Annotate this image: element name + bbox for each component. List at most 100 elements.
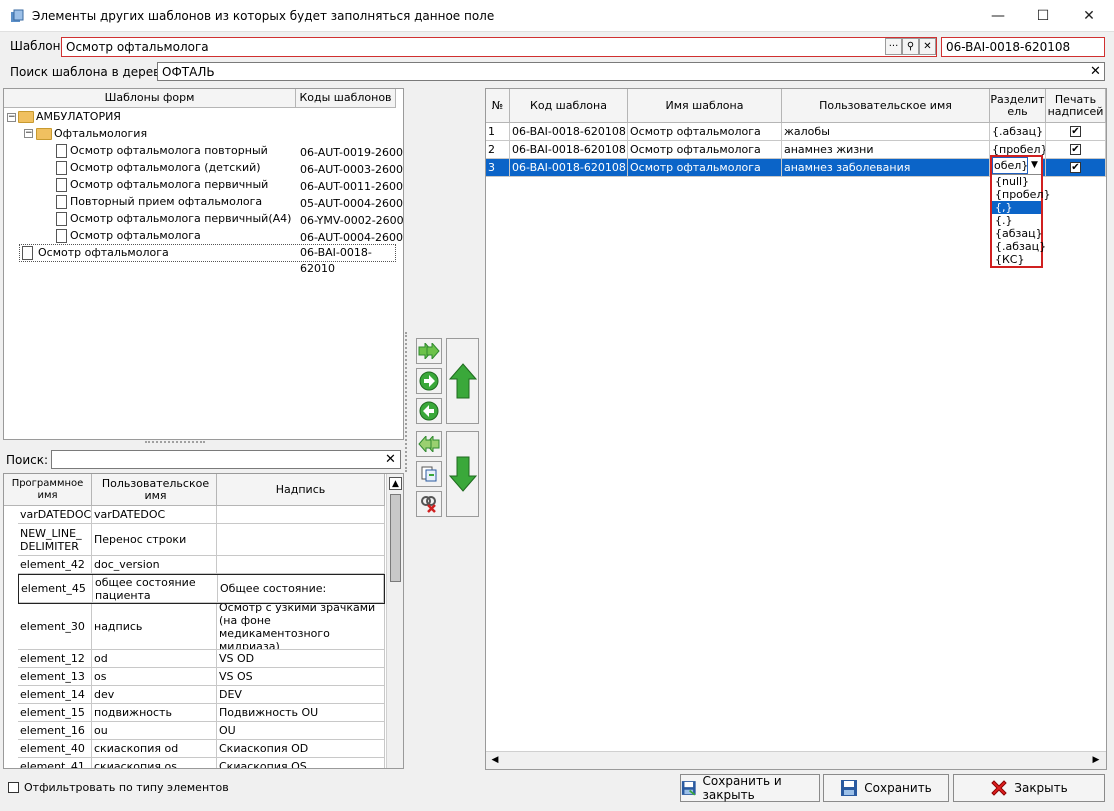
horizontal-splitter[interactable] (145, 441, 205, 444)
selected-col-print[interactable]: Печать надписей (1046, 89, 1106, 123)
double-arrow-left-icon (418, 436, 440, 452)
tree-item[interactable]: Осмотр офтальмолога первичный (56, 176, 268, 193)
filter-checkbox[interactable] (8, 782, 19, 793)
tree-item-code: 06-AUT-0011-26001 (300, 180, 404, 193)
template-label: Шаблон: (10, 39, 65, 53)
selected-col-name[interactable]: Имя шаблона (628, 89, 782, 123)
minimize-button[interactable]: — (975, 0, 1021, 32)
save-close-icon (681, 781, 696, 796)
print-checkbox[interactable]: ✔ (1070, 162, 1081, 173)
separator-option-selected[interactable]: {,} (992, 201, 1041, 214)
separator-dropdown-head[interactable]: обел} ▼ (992, 157, 1041, 175)
tree-item-code: 06-AUT-0003-26001 (300, 163, 404, 176)
close-label: Закрыть (1014, 781, 1068, 795)
tree-item[interactable]: Осмотр офтальмолога (детский) (56, 159, 261, 176)
clear-tree-search-icon[interactable]: ✕ (1090, 65, 1101, 78)
separator-current-value[interactable]: обел} (992, 157, 1028, 174)
tree-root[interactable]: АМБУЛАТОРИЯ (18, 108, 121, 125)
elements-scrollbar[interactable]: ▲ (386, 474, 403, 768)
elements-grid[interactable]: Программное имя Пользовательское имя Над… (3, 473, 404, 769)
save-button[interactable]: Сохранить (823, 774, 949, 802)
document-icon (56, 178, 67, 192)
template-code: 06-BAI-0018-620108 (946, 40, 1071, 54)
expand-root-icon[interactable]: − (7, 113, 16, 122)
tree-col-codes[interactable]: Коды шаблонов (296, 89, 396, 108)
scroll-left-icon[interactable]: ◀ (489, 754, 501, 767)
separator-option[interactable]: {КС} (992, 253, 1041, 266)
tree-item[interactable]: Осмотр офтальмолога повторный (56, 142, 268, 159)
scroll-up-icon[interactable]: ▲ (389, 477, 402, 490)
expand-folder-icon[interactable]: − (24, 129, 33, 138)
add-one-button[interactable] (416, 368, 442, 394)
double-arrow-right-icon (418, 343, 440, 359)
elements-col-prog[interactable]: Программное имя (4, 474, 92, 506)
document-icon (56, 212, 67, 226)
search-icon[interactable]: ⚲ (902, 38, 919, 55)
element-search-input[interactable] (51, 450, 401, 469)
selected-col-separator[interactable]: Разделит ель (990, 89, 1046, 123)
selected-col-code[interactable]: Код шаблона (510, 89, 628, 123)
folder-icon (36, 128, 52, 140)
close-window-button[interactable]: ✕ (1066, 0, 1112, 32)
maximize-button[interactable]: ☐ (1020, 0, 1066, 32)
tree-item[interactable]: Повторный прием офтальмолога (56, 193, 262, 210)
add-all-button[interactable] (416, 338, 442, 364)
document-icon (56, 161, 67, 175)
tree-item[interactable]: Осмотр офтальмолога первичный(А4) (56, 210, 291, 227)
elements-col-caption[interactable]: Надпись (217, 474, 385, 506)
vertical-splitter[interactable] (405, 332, 408, 472)
template-tree[interactable]: Шаблоны форм Коды шаблонов − АМБУЛАТОРИЯ… (3, 88, 404, 440)
tree-col-forms[interactable]: Шаблоны форм (4, 89, 296, 108)
document-icon (56, 229, 67, 243)
arrow-up-icon (448, 363, 477, 399)
delete-link-button[interactable] (416, 491, 442, 517)
template-value: Осмотр офтальмолога (66, 40, 209, 54)
separator-option[interactable]: {абзац} (992, 227, 1043, 240)
move-down-button[interactable] (446, 431, 479, 517)
close-button[interactable]: Закрыть (953, 774, 1105, 802)
print-checkbox[interactable]: ✔ (1070, 144, 1081, 155)
tree-item-code: 06-AUT-0019-26001 (300, 146, 404, 159)
tree-folder-label: Офтальмология (54, 127, 148, 140)
tree-folder[interactable]: Офтальмология (36, 125, 147, 142)
tree-root-label: АМБУЛАТОРИЯ (36, 110, 121, 123)
selected-col-no[interactable]: № (486, 89, 510, 123)
chevron-down-icon[interactable]: ▼ (1028, 157, 1041, 174)
move-up-button[interactable] (446, 338, 479, 424)
window-title: Элементы других шаблонов из которых буде… (32, 9, 495, 23)
document-icon (22, 246, 33, 260)
app-icon (11, 9, 24, 22)
separator-option[interactable]: {.абзац} (992, 240, 1046, 253)
separator-option[interactable]: {.} (992, 214, 1041, 227)
scroll-right-icon[interactable]: ▶ (1090, 754, 1102, 767)
copy-item-button[interactable] (416, 461, 442, 487)
selected-col-user[interactable]: Пользовательское имя (782, 89, 990, 123)
tree-item-code: 06-YMV-0002-26001 (300, 214, 404, 227)
tree-search-input[interactable]: ОФТАЛЬ (157, 62, 1105, 81)
tree-item-top-focused[interactable]: Осмотр офтальмолога 06-BAI-0018-62010 (19, 244, 396, 275)
clear-template-button[interactable]: ✕ (919, 38, 936, 55)
remove-all-button[interactable] (416, 431, 442, 457)
separator-dropdown[interactable]: обел} ▼ {null} {пробел} {,} {.} {абзац} … (990, 155, 1050, 268)
clear-element-search-icon[interactable]: ✕ (385, 453, 396, 466)
elements-col-user[interactable]: Пользовательское имя (92, 474, 217, 506)
print-checkbox[interactable]: ✔ (1070, 126, 1081, 137)
selected-grid-scrollbar[interactable]: ◀ ▶ (486, 751, 1106, 769)
tree-item[interactable]: Осмотр офтальмолога (56, 227, 201, 244)
table-row-focused[interactable]: element_45 общее состояние пациента Обще… (18, 574, 385, 604)
circle-arrow-left-icon (419, 401, 439, 421)
template-input[interactable]: Осмотр офтальмолога (61, 37, 937, 57)
folder-icon (18, 111, 34, 123)
separator-option[interactable]: {пробел} (992, 188, 1050, 201)
browse-button[interactable]: ··· (885, 38, 902, 55)
copy-icon (421, 466, 437, 482)
scroll-thumb[interactable] (390, 494, 401, 582)
remove-one-button[interactable] (416, 398, 442, 424)
save-and-close-button[interactable]: Сохранить и закрыть (680, 774, 820, 802)
separator-option[interactable]: {null} (992, 175, 1041, 188)
circle-arrow-right-icon (419, 371, 439, 391)
red-x-icon (991, 780, 1007, 796)
tree-search-label: Поиск шаблона в дереве: (10, 65, 172, 79)
arrow-down-icon (448, 456, 477, 492)
tree-item-code: 05-AUT-0004-26001 (300, 197, 404, 210)
